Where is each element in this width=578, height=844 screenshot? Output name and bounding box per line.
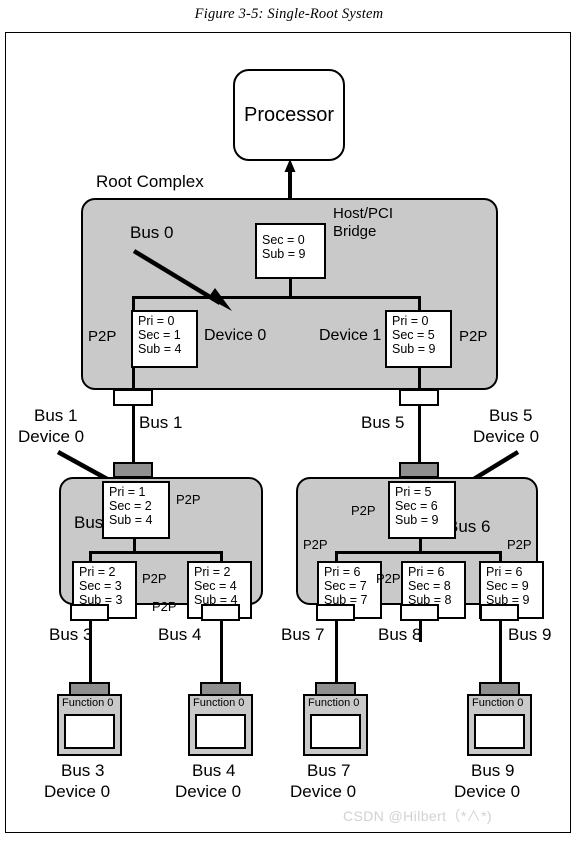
bus3-leg (89, 639, 92, 685)
root-port1-egress (418, 367, 421, 391)
endpoint-1-function-label: Function 0 (193, 697, 245, 709)
switch-right-dsp1-p2p-label: P2P (376, 571, 401, 586)
sr-d1-sec-value: Sec = 8 (408, 579, 451, 593)
switch-left-upstream-registers: Pri = 1 Sec = 2 Sub = 4 (102, 481, 170, 539)
switch-right-dsp2-p2p-label: P2P (507, 537, 532, 552)
sl-up-sec-value: Sec = 2 (109, 499, 152, 513)
figure-caption: Figure 3-5: Single-Root System (194, 6, 384, 22)
figure-frame: Processor Root Complex Bus 0 Host/PCI Br… (5, 32, 571, 833)
switch-right-dsp2-connector (480, 604, 519, 621)
bus0-label: Bus 0 (130, 223, 174, 242)
sr-d2-pri-value: Pri = 6 (486, 565, 523, 579)
bus7-label: Bus 7 (281, 625, 325, 644)
switch-right-upstream-registers: Pri = 5 Sec = 6 Sub = 9 (388, 481, 456, 539)
bus5-callout-line1: Bus 5 (489, 406, 533, 425)
switch-right-dsp0-p2p-label: P2P (303, 537, 328, 552)
sr-d2-sec-value: Sec = 9 (486, 579, 529, 593)
root-port1-p2p-label: P2P (459, 328, 488, 345)
sr-d0-pri-value: Pri = 6 (324, 565, 361, 579)
root-port0-sec-value: Sec = 1 (138, 328, 181, 342)
watermark: CSDN @Hilbert（*∧*) (343, 808, 492, 824)
root-port0-sub-value: Sub = 4 (138, 342, 182, 356)
root-device1-label: Device 1 (319, 327, 382, 344)
endpoint-3-function-label: Function 0 (472, 697, 524, 709)
bus3-label: Bus 3 (49, 625, 93, 644)
switch-right-dsp1-connector (400, 604, 439, 621)
root-complex-title: Root Complex (96, 172, 204, 191)
bus1-callout-line2: Device 0 (18, 427, 85, 446)
bus0-bar (133, 296, 421, 299)
bus0-bridge-drop (289, 278, 292, 298)
endpoint-1-caption-line1: Bus 4 (192, 761, 236, 780)
endpoint-0-caption-line1: Bus 3 (61, 761, 105, 780)
root-port1-registers: Pri = 0 Sec = 5 Sub = 9 (385, 310, 452, 368)
switch-left-upstream-connector (113, 462, 153, 478)
bus1-callout-line1: Bus 1 (34, 406, 78, 425)
bus1-label: Bus 1 (139, 413, 183, 432)
bus5-callout-line2: Device 0 (473, 427, 540, 446)
bus7-leg (335, 639, 338, 685)
sr-up-pri-value: Pri = 5 (395, 485, 432, 499)
bus5-link (418, 404, 421, 466)
endpoint-0-inner (64, 714, 115, 749)
processor-box: Processor (233, 69, 345, 161)
bus4-leg (220, 639, 223, 685)
sl-d1-pri-value: Pri = 2 (194, 565, 231, 579)
bus0-callout-arrow (132, 249, 232, 311)
host-pci-bridge-registers: Sec = 0 Sub = 9 (255, 223, 326, 279)
switch-right-upstream-connector (399, 462, 439, 478)
root-port1-sec-value: Sec = 5 (392, 328, 435, 342)
root-port0-pri-value: Pri = 0 (138, 314, 175, 328)
endpoint-2-function-label: Function 0 (308, 697, 360, 709)
sl-d0-pri-value: Pri = 2 (79, 565, 116, 579)
switch-left-internal-bar (90, 551, 223, 554)
bus9-label: Bus 9 (508, 625, 552, 644)
endpoint-3-caption-line1: Bus 9 (471, 761, 515, 780)
switch-left-dsp1-connector (201, 604, 240, 621)
sr-up-sec-value: Sec = 6 (395, 499, 438, 513)
root-device0-label: Device 0 (204, 327, 267, 344)
root-port1-pri-value: Pri = 0 (392, 314, 429, 328)
sl-up-sub-value: Sub = 4 (109, 513, 153, 527)
root-port0-egress (132, 367, 135, 391)
bus8-label: Bus 8 (378, 625, 422, 644)
sl-d1-sec-value: Sec = 4 (194, 579, 237, 593)
endpoint-1-caption-line2: Device 0 (175, 782, 242, 801)
sr-d1-pri-value: Pri = 6 (408, 565, 445, 579)
switch-left-dsp0-p2p-label: P2P (142, 571, 167, 586)
endpoint-0-function-label: Function 0 (62, 697, 114, 709)
bus4-label: Bus 4 (158, 625, 202, 644)
sr-up-sub-value: Sub = 9 (395, 513, 439, 527)
endpoint-0-caption-line2: Device 0 (44, 782, 111, 801)
endpoint-3-caption-line2: Device 0 (454, 782, 521, 801)
switch-left-dsp1-p2p-label: P2P (152, 599, 177, 614)
switch-left-dsp0-connector (70, 604, 109, 621)
bus5-label: Bus 5 (361, 413, 405, 432)
sr-d0-sec-value: Sec = 7 (324, 579, 367, 593)
endpoint-2-inner (310, 714, 361, 749)
endpoint-1-inner (195, 714, 246, 749)
switch-right-internal-bar (336, 551, 502, 554)
root-port1-sub-value: Sub = 9 (392, 342, 436, 356)
endpoint-3-inner (474, 714, 525, 749)
bus9-leg (499, 639, 502, 685)
switch-right-upstream-p2p-label: P2P (351, 503, 376, 518)
switch-left-upstream-p2p-label: P2P (176, 492, 201, 507)
root-port0-registers: Pri = 0 Sec = 1 Sub = 4 (131, 310, 198, 368)
host-pci-bridge-title-line1: Host/PCI (333, 205, 394, 222)
switch-right-dsp0-connector (316, 604, 355, 621)
root-port0-p2p-label: P2P (88, 328, 117, 345)
host-pci-bridge-title-line2: Bridge (333, 223, 377, 240)
bridge-sec-value: Sec = 0 (262, 233, 305, 247)
bridge-sub-value: Sub = 9 (262, 247, 306, 261)
sl-up-pri-value: Pri = 1 (109, 485, 146, 499)
processor-label: Processor (243, 103, 335, 126)
sl-d0-sec-value: Sec = 3 (79, 579, 122, 593)
endpoint-2-caption-line1: Bus 7 (307, 761, 351, 780)
endpoint-2-caption-line2: Device 0 (290, 782, 357, 801)
